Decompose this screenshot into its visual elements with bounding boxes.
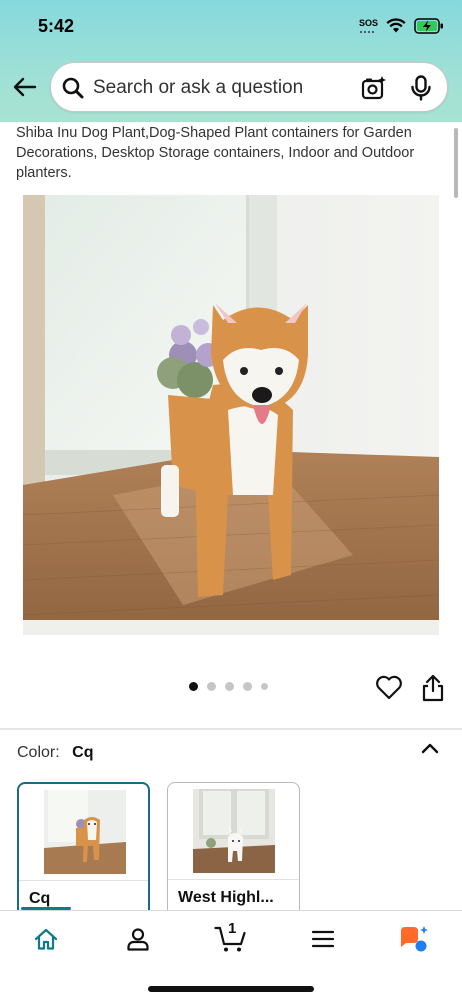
- search-row: Search or ask a question: [0, 60, 462, 114]
- pagination-dot[interactable]: [207, 682, 216, 691]
- scrollbar[interactable]: [454, 128, 458, 198]
- swatch-separator: [19, 880, 148, 881]
- nav-cart[interactable]: 1: [214, 920, 248, 953]
- color-option-cq[interactable]: Cq: [17, 782, 150, 918]
- back-button[interactable]: [10, 72, 40, 102]
- shiba-thumbnail: [44, 790, 126, 874]
- status-time: 5:42: [38, 16, 75, 36]
- product-title: Shiba Inu Dog Plant,Dog-Shaped Plant con…: [16, 125, 415, 181]
- menu-icon: [311, 930, 335, 948]
- color-selector-header[interactable]: Color: Cq: [17, 744, 93, 762]
- account-icon: [127, 928, 149, 951]
- back-arrow-icon: [13, 77, 37, 97]
- share-icon[interactable]: [421, 674, 445, 702]
- image-pagination[interactable]: [189, 682, 268, 691]
- pagination-dot-active[interactable]: [189, 682, 198, 691]
- pagination-dot[interactable]: [243, 682, 252, 691]
- sos-label: SOS: [358, 17, 378, 28]
- battery-charging-icon: [414, 18, 443, 34]
- status-bar: 5:42 SOS: [0, 0, 462, 56]
- camera-search-icon[interactable]: [361, 75, 387, 101]
- pagination-dot[interactable]: [225, 682, 234, 691]
- nav-rufus[interactable]: [398, 925, 430, 953]
- search-placeholder: Search or ask a question: [93, 77, 304, 98]
- product-image[interactable]: [23, 195, 439, 635]
- heart-icon[interactable]: [375, 674, 403, 700]
- wifi-icon: [386, 18, 406, 33]
- section-divider: [0, 728, 462, 730]
- nav-menu[interactable]: [309, 925, 337, 953]
- westie-thumbnail: [193, 789, 275, 873]
- color-selected-value: Cq: [72, 744, 94, 761]
- nav-home[interactable]: [32, 925, 60, 953]
- swatch-separator: [168, 879, 299, 880]
- search-input[interactable]: Search or ask a question: [50, 62, 448, 112]
- signal-dots-icon: [358, 29, 375, 34]
- rufus-ai-icon: [401, 926, 428, 952]
- color-option-west-highland[interactable]: West Highl...: [167, 782, 300, 918]
- search-icon: [62, 77, 84, 99]
- home-indicator: [148, 986, 314, 992]
- nav-account[interactable]: [124, 925, 152, 953]
- cart-count: 1: [228, 920, 237, 937]
- status-icons: SOS: [358, 17, 444, 34]
- shiba-planter-photo: [23, 195, 439, 635]
- color-option-label: Cq: [29, 890, 51, 907]
- color-option-label: West Highl...: [178, 889, 274, 906]
- microphone-icon[interactable]: [409, 75, 433, 101]
- chevron-up-icon[interactable]: [420, 740, 440, 756]
- pagination-dot[interactable]: [261, 683, 268, 690]
- color-label: Color:: [17, 744, 60, 761]
- home-icon: [34, 928, 58, 950]
- sos-indicator: SOS: [358, 17, 378, 34]
